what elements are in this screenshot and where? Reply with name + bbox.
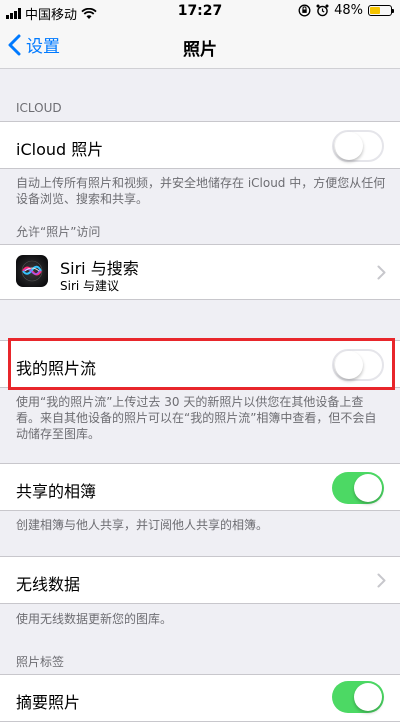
shared-albums-row: 共享的相簿 [0, 463, 400, 511]
photostream-row: 我的照片流 [0, 340, 400, 388]
shared-albums-toggle[interactable] [332, 472, 384, 504]
icloud-photos-label: iCloud 照片 [16, 140, 104, 159]
icloud-footer: 自动上传所有照片和视频，并安全地储存在 iCloud 中，方便您从任何设备浏览、… [16, 176, 386, 206]
page-title: 照片 [183, 40, 217, 60]
chevron-right-icon [377, 265, 386, 280]
shared-albums-label: 共享的相簿 [16, 482, 97, 501]
section-header-icloud: ICLOUD [16, 101, 62, 115]
status-bar: 中国移动 17:27 48% [0, 0, 400, 24]
photostream-footer: 使用“我的照片流”上传过去 30 天的新照片以供您在其他设备上查看。来自其他设备… [16, 395, 377, 441]
battery-icon [368, 5, 394, 16]
wireless-data-row[interactable]: 无线数据 [0, 556, 400, 604]
section-header-photo-tabs: 照片标签 [16, 655, 65, 669]
summary-photos-toggle[interactable] [332, 681, 384, 713]
orientation-lock-icon [298, 4, 311, 17]
photostream-label: 我的照片流 [16, 359, 97, 378]
nav-bar: 设置 照片 [0, 24, 400, 69]
wireless-footer: 使用无线数据更新您的图库。 [16, 612, 173, 626]
icloud-photos-row: iCloud 照片 [0, 121, 400, 169]
summary-photos-row: 摘要照片 [0, 674, 400, 722]
icloud-photos-toggle[interactable] [332, 130, 384, 162]
siri-title: Siri 与搜索 [60, 259, 139, 278]
shared-albums-footer: 创建相簿与他人共享，并订阅他人共享的相簿。 [16, 518, 269, 532]
section-header-access: 允许“照片”访问 [16, 225, 101, 239]
summary-photos-label: 摘要照片 [16, 693, 81, 712]
battery-percent: 48% [334, 3, 363, 18]
siri-icon [16, 255, 48, 287]
wireless-data-label: 无线数据 [16, 575, 81, 594]
photostream-toggle[interactable] [332, 349, 384, 381]
siri-subtitle: Siri 与建议 [60, 279, 120, 293]
alarm-icon [316, 4, 329, 17]
chevron-right-icon [377, 573, 386, 588]
siri-search-row[interactable]: Siri 与搜索 Siri 与建议 [0, 244, 400, 300]
